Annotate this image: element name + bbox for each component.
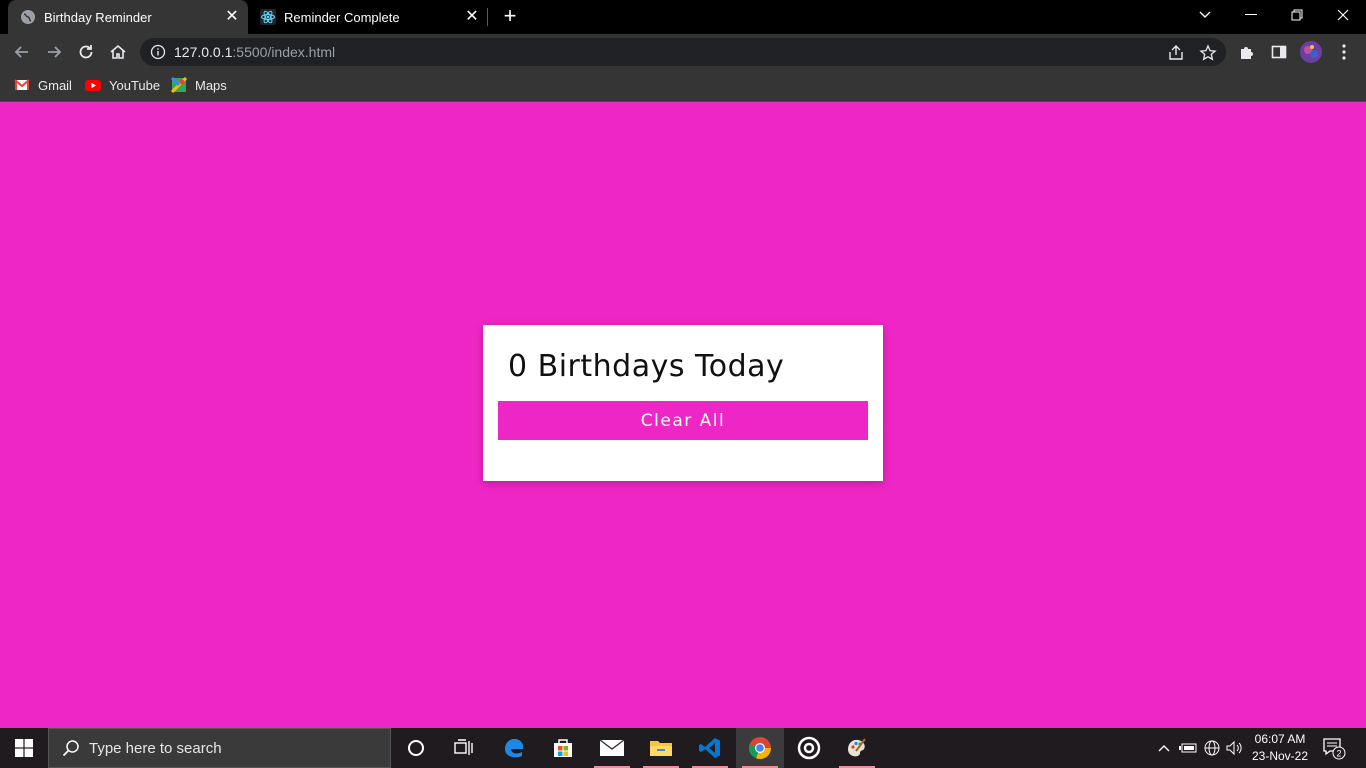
battery-icon[interactable] bbox=[1178, 728, 1198, 768]
tab-separator bbox=[487, 8, 488, 26]
windows-start-icon[interactable] bbox=[0, 728, 48, 768]
mail-icon[interactable] bbox=[588, 728, 636, 768]
react-icon bbox=[260, 9, 276, 25]
url-path: :5500/index.html bbox=[232, 44, 336, 60]
tab-title: Reminder Complete bbox=[284, 9, 400, 25]
site-info-icon[interactable] bbox=[150, 44, 166, 60]
volume-icon[interactable] bbox=[1225, 728, 1245, 768]
clock-date: 23-Nov-22 bbox=[1251, 749, 1309, 763]
microsoft-store-icon[interactable] bbox=[539, 728, 587, 768]
network-globe-icon[interactable] bbox=[1202, 728, 1222, 768]
chrome-icon[interactable] bbox=[736, 728, 784, 768]
share-icon[interactable] bbox=[1167, 44, 1185, 62]
tab-birthday-reminder[interactable]: Birthday Reminder ✕ bbox=[8, 0, 248, 34]
close-tab-icon[interactable]: ✕ bbox=[222, 9, 242, 25]
bookmarks-bar: Gmail YouTube Maps bbox=[0, 70, 1366, 102]
system-clock[interactable]: 06:07 AM 23-Nov-22 bbox=[1246, 731, 1314, 765]
clock-time: 06:07 AM bbox=[1254, 732, 1306, 746]
profile-avatar[interactable] bbox=[1299, 40, 1323, 64]
reload-icon[interactable] bbox=[74, 40, 98, 64]
bookmark-label: YouTube bbox=[109, 77, 161, 93]
bookmark-star-icon[interactable] bbox=[1199, 44, 1217, 62]
bookmark-gmail[interactable]: Gmail bbox=[14, 77, 72, 93]
edge-icon[interactable] bbox=[490, 728, 538, 768]
bookmark-label: Gmail bbox=[38, 77, 72, 93]
new-tab-plus-icon[interactable]: + bbox=[499, 5, 521, 27]
browser-toolbar: 127.0.0.1:5500/index.html bbox=[0, 34, 1366, 70]
close-tab-icon[interactable]: ✕ bbox=[462, 9, 482, 25]
notification-count-badge: 2 bbox=[1336, 749, 1341, 759]
tab-strip: Birthday Reminder ✕ Reminder Complete ✕ … bbox=[0, 0, 1366, 34]
side-panel-icon[interactable] bbox=[1267, 40, 1291, 64]
birthdays-count-heading: 0 Birthdays Today bbox=[508, 349, 785, 384]
notification-center-icon[interactable]: 2 bbox=[1322, 736, 1346, 760]
menu-kebab-icon[interactable] bbox=[1332, 40, 1356, 64]
globe-icon bbox=[20, 9, 36, 25]
minimize-icon[interactable] bbox=[1228, 0, 1274, 30]
birthday-card: 0 Birthdays Today Clear All bbox=[483, 325, 883, 481]
media-player-icon[interactable] bbox=[785, 728, 833, 768]
taskbar-search-box[interactable]: Type here to search bbox=[48, 728, 391, 768]
show-hidden-icons-chevron-icon[interactable] bbox=[1154, 728, 1174, 768]
url-host: 127.0.0.1 bbox=[174, 44, 233, 60]
windows-taskbar: Type here to search 06:07 AM 23-Nov-22 2 bbox=[0, 728, 1366, 768]
back-arrow-icon[interactable] bbox=[10, 40, 34, 64]
search-placeholder: Type here to search bbox=[89, 739, 222, 757]
vscode-icon[interactable] bbox=[686, 728, 734, 768]
bookmark-youtube[interactable]: YouTube bbox=[85, 77, 160, 93]
url-text: 127.0.0.1:5500/index.html bbox=[174, 44, 335, 60]
address-bar[interactable]: 127.0.0.1:5500/index.html bbox=[140, 38, 1226, 66]
paint-app-icon[interactable] bbox=[833, 728, 881, 768]
maps-icon bbox=[171, 77, 187, 93]
bookmark-label: Maps bbox=[195, 77, 227, 93]
cortana-icon[interactable] bbox=[392, 728, 440, 768]
tab-search-chevron-icon[interactable] bbox=[1182, 0, 1228, 30]
forward-arrow-icon[interactable] bbox=[42, 40, 66, 64]
extensions-puzzle-icon[interactable] bbox=[1235, 40, 1259, 64]
search-icon bbox=[61, 738, 81, 758]
bookmark-maps[interactable]: Maps bbox=[171, 77, 227, 93]
home-icon[interactable] bbox=[106, 40, 130, 64]
restore-icon[interactable] bbox=[1274, 0, 1320, 30]
tab-reminder-complete[interactable]: Reminder Complete ✕ bbox=[248, 0, 488, 34]
youtube-icon bbox=[85, 77, 101, 93]
file-explorer-icon[interactable] bbox=[637, 728, 685, 768]
gmail-icon bbox=[14, 77, 30, 93]
tab-title: Birthday Reminder bbox=[44, 9, 152, 25]
clear-all-button[interactable]: Clear All bbox=[498, 401, 868, 440]
task-view-icon[interactable] bbox=[440, 728, 488, 768]
close-window-icon[interactable] bbox=[1320, 0, 1366, 30]
